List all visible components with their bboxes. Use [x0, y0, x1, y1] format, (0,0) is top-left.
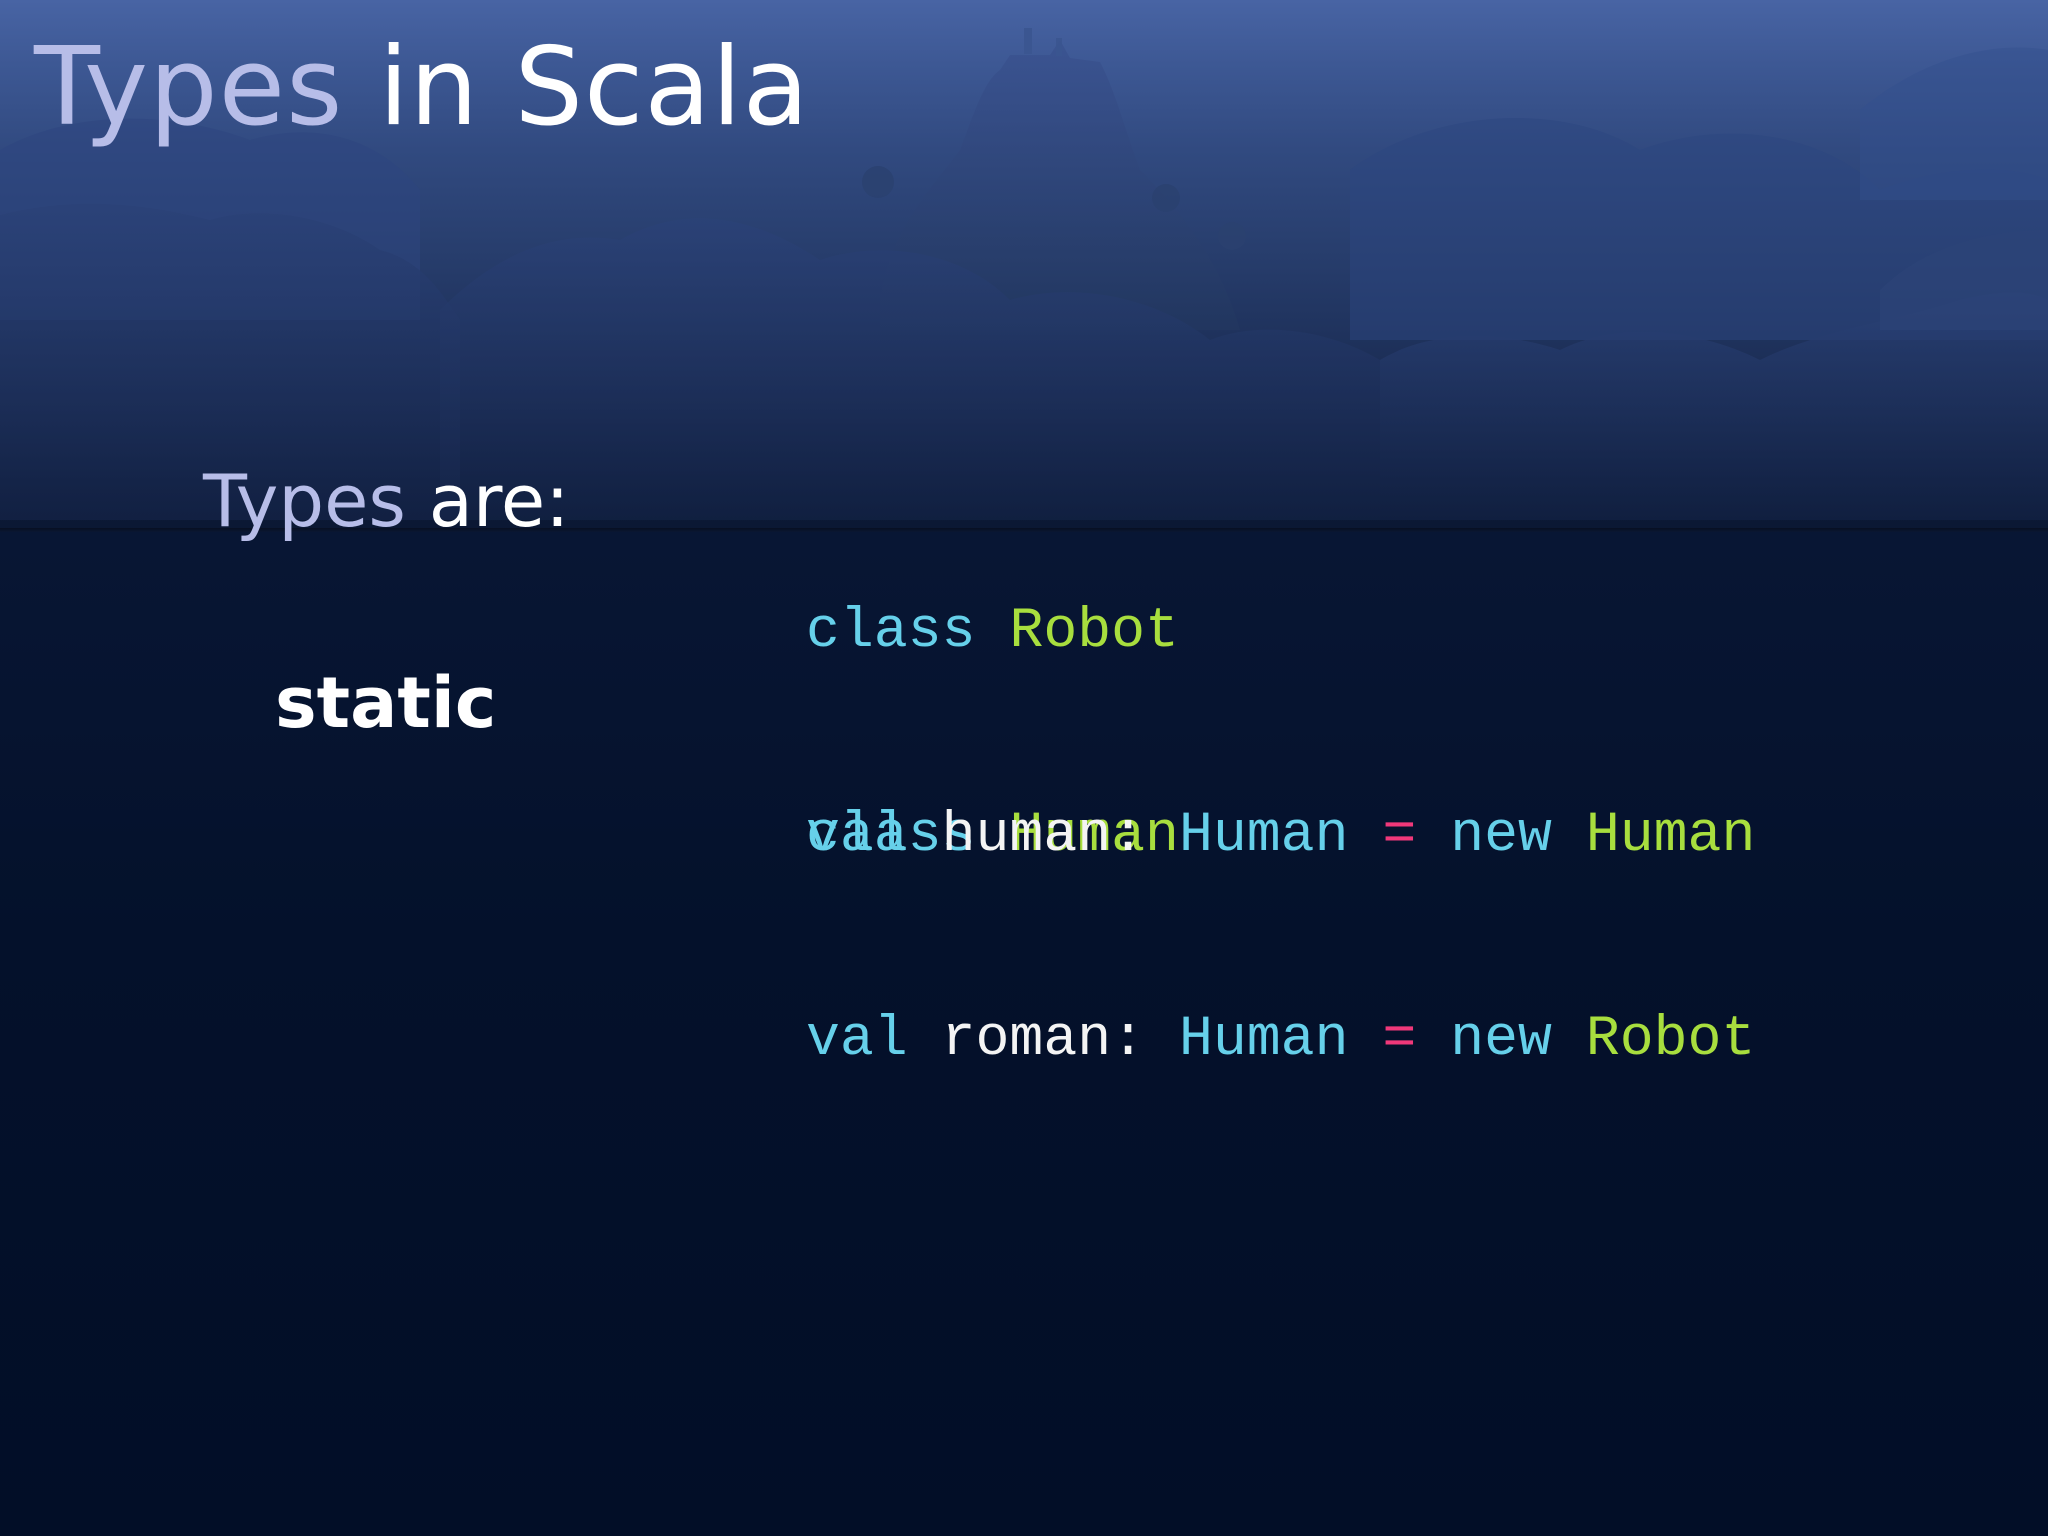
types-word: Types [203, 459, 406, 543]
code-block-val-declarations: val human: Human = new Human val roman: … [806, 665, 1755, 1209]
code-operator: = [1382, 803, 1417, 867]
code-line: class Robot [806, 597, 1179, 665]
static-label: static [275, 662, 497, 744]
slide-title: Types in Scala [34, 18, 810, 158]
slide: Types in Scala Types are: static class R… [0, 0, 2048, 1536]
are-word: are: [405, 459, 570, 543]
code-type-annotation: Human [1178, 1007, 1349, 1071]
code-identifier: human: [941, 803, 1146, 867]
code-type-annotation: Human [1178, 803, 1349, 867]
code-keyword: class [806, 599, 976, 663]
code-class-name: Human [1585, 803, 1756, 867]
code-class-name: Robot [1585, 1007, 1756, 1071]
title-part-in-scala: in Scala [343, 25, 810, 150]
code-operator: = [1382, 1007, 1417, 1071]
code-keyword: val [806, 1007, 908, 1071]
code-line: val human: Human = new Human [806, 801, 1755, 869]
code-class-name: Robot [1009, 599, 1179, 663]
types-are-label: Types are: [203, 456, 569, 546]
title-part-types: Types [34, 25, 344, 150]
code-keyword: val [806, 803, 908, 867]
code-identifier: roman: [941, 1007, 1146, 1071]
code-line: val roman: Human = new Robot [806, 1005, 1755, 1073]
code-keyword: new [1450, 803, 1552, 867]
code-keyword: new [1450, 1007, 1552, 1071]
